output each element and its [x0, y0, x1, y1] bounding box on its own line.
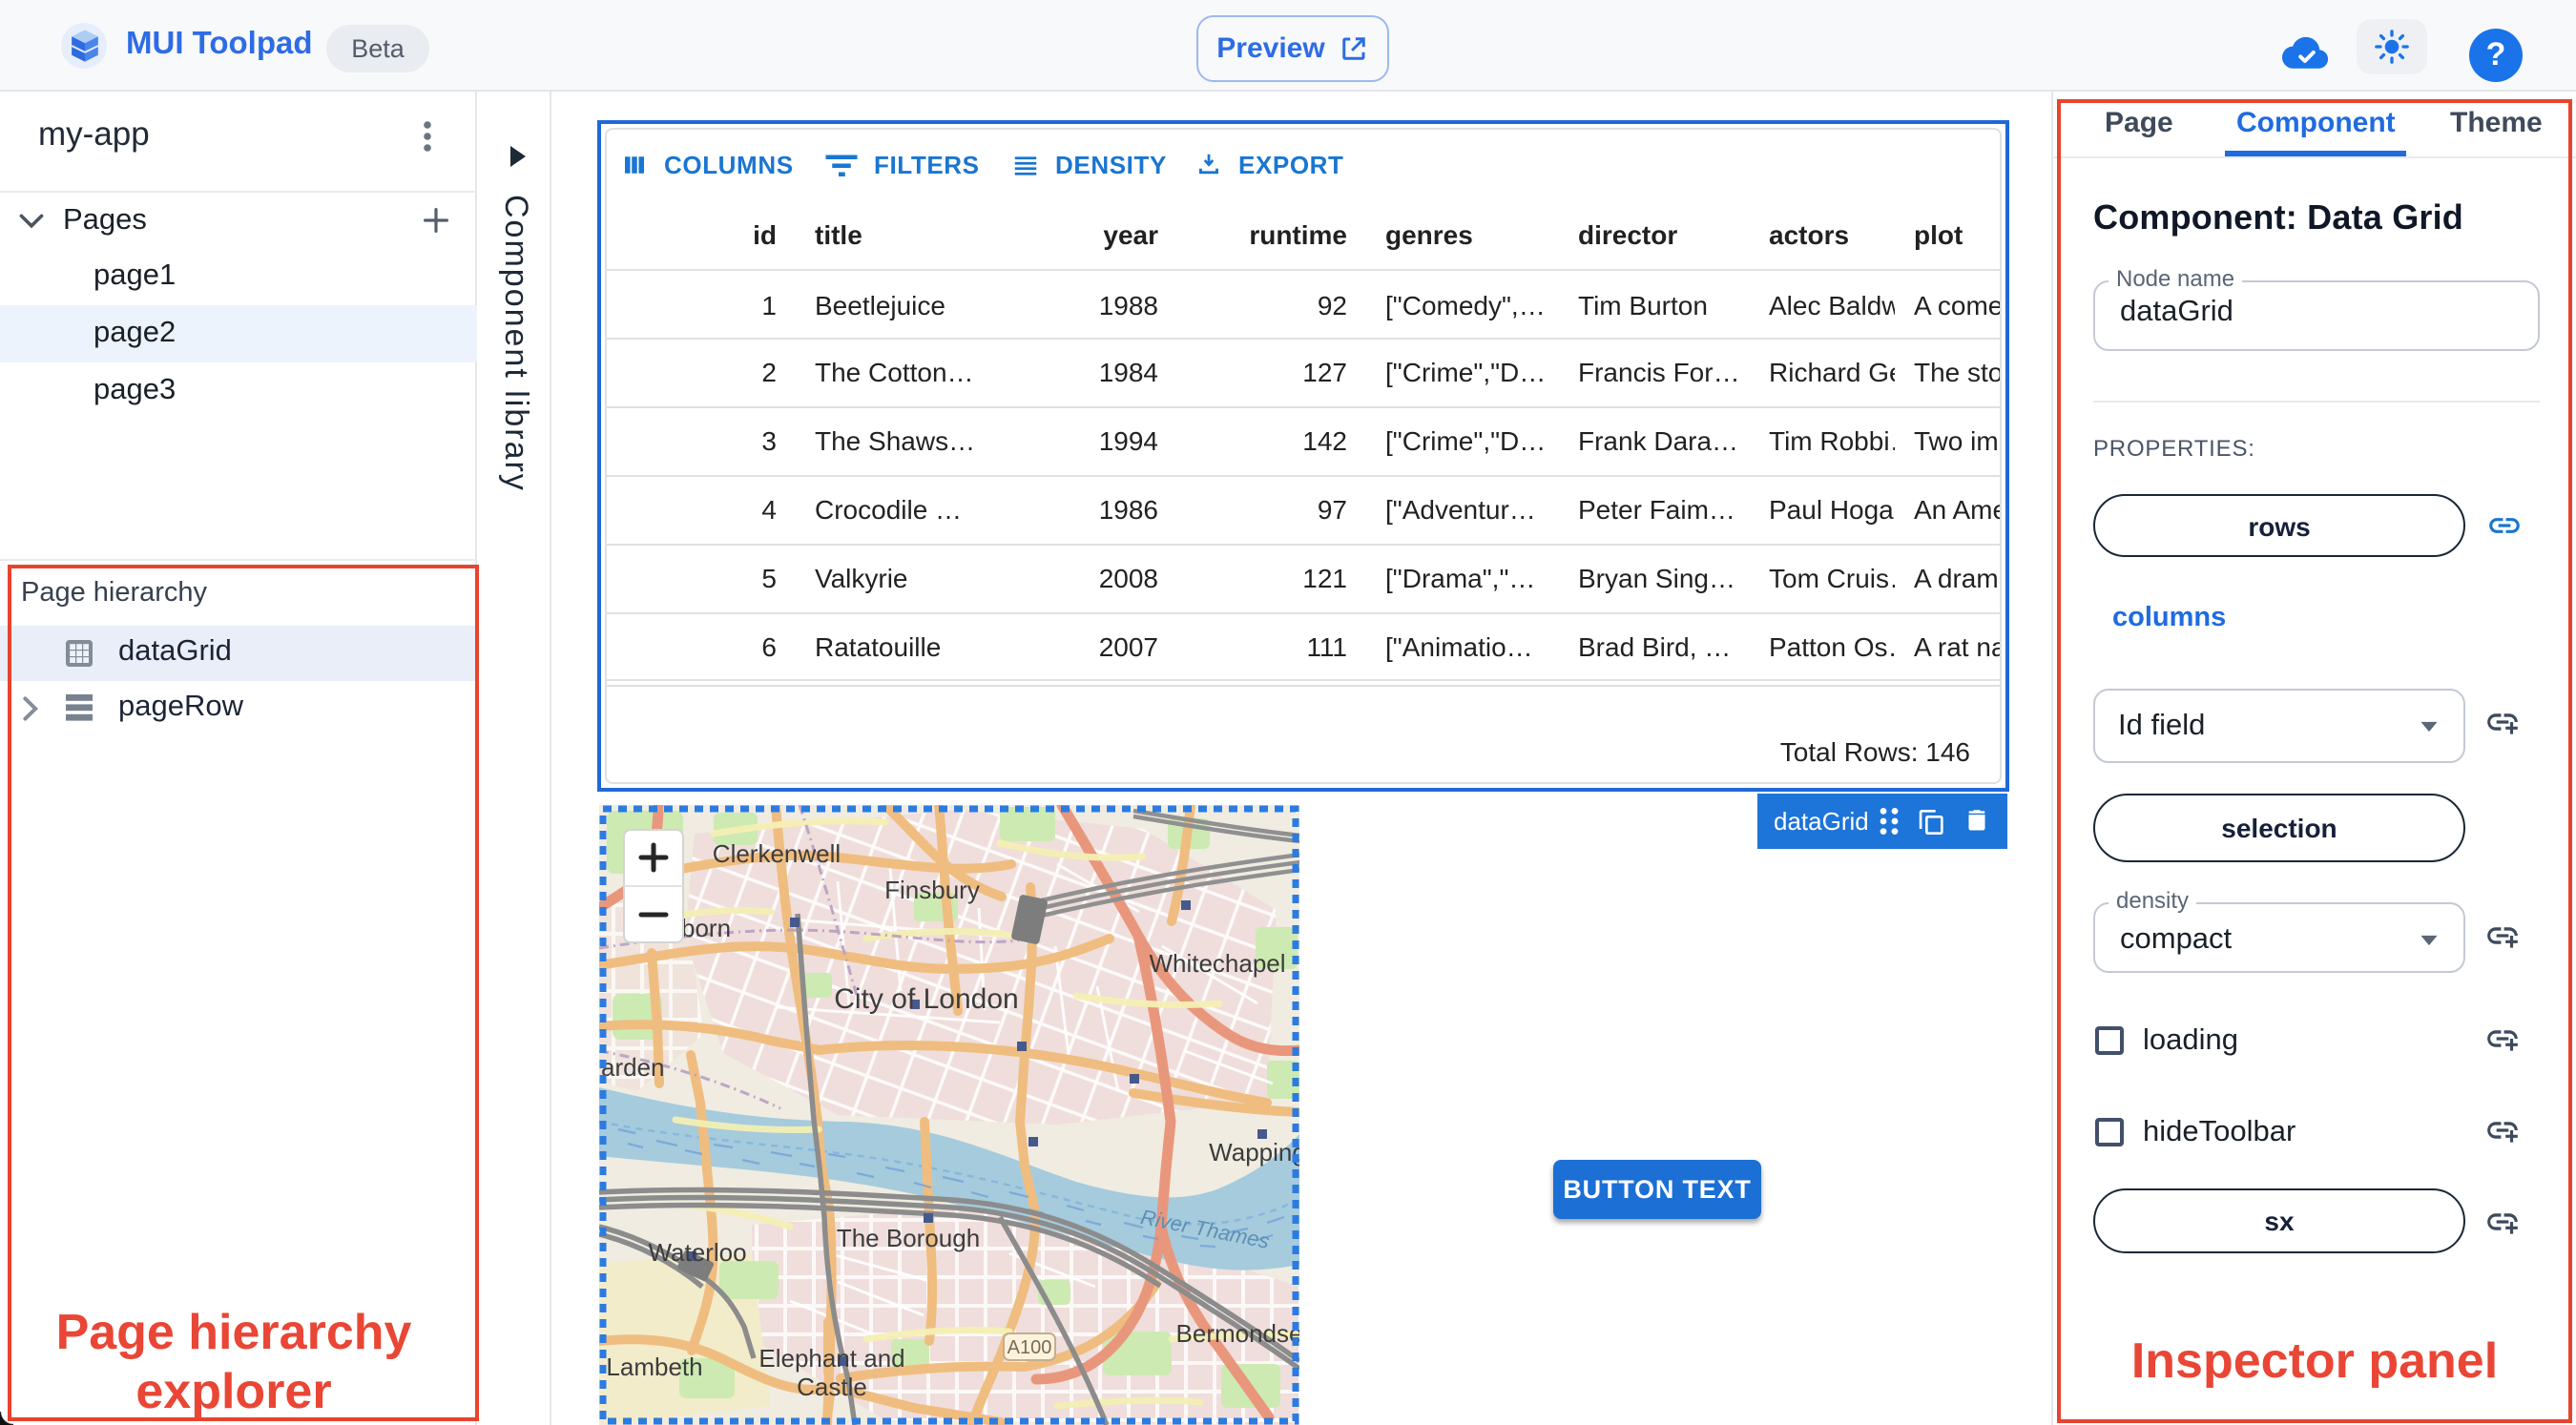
svg-text:Finsbury: Finsbury: [883, 876, 979, 904]
svg-text:Waterloo: Waterloo: [647, 1238, 745, 1267]
svg-text:The Borough: The Borough: [836, 1224, 979, 1252]
svg-text:Clerkenwell: Clerkenwell: [712, 839, 840, 868]
svg-text:born: born: [680, 914, 730, 942]
svg-text:Wapping: Wapping: [1208, 1138, 1298, 1167]
svg-text:arden: arden: [600, 1053, 664, 1082]
svg-text:Elephant and: Elephant and: [758, 1344, 904, 1373]
svg-text:Castle: Castle: [796, 1373, 866, 1401]
svg-text:City of London: City of London: [833, 983, 1017, 1015]
svg-text:A100: A100: [1007, 1337, 1051, 1358]
svg-text:Bermondse: Bermondse: [1175, 1319, 1298, 1348]
svg-text:Lambeth: Lambeth: [605, 1353, 701, 1381]
svg-text:Whitechapel: Whitechapel: [1148, 949, 1284, 978]
